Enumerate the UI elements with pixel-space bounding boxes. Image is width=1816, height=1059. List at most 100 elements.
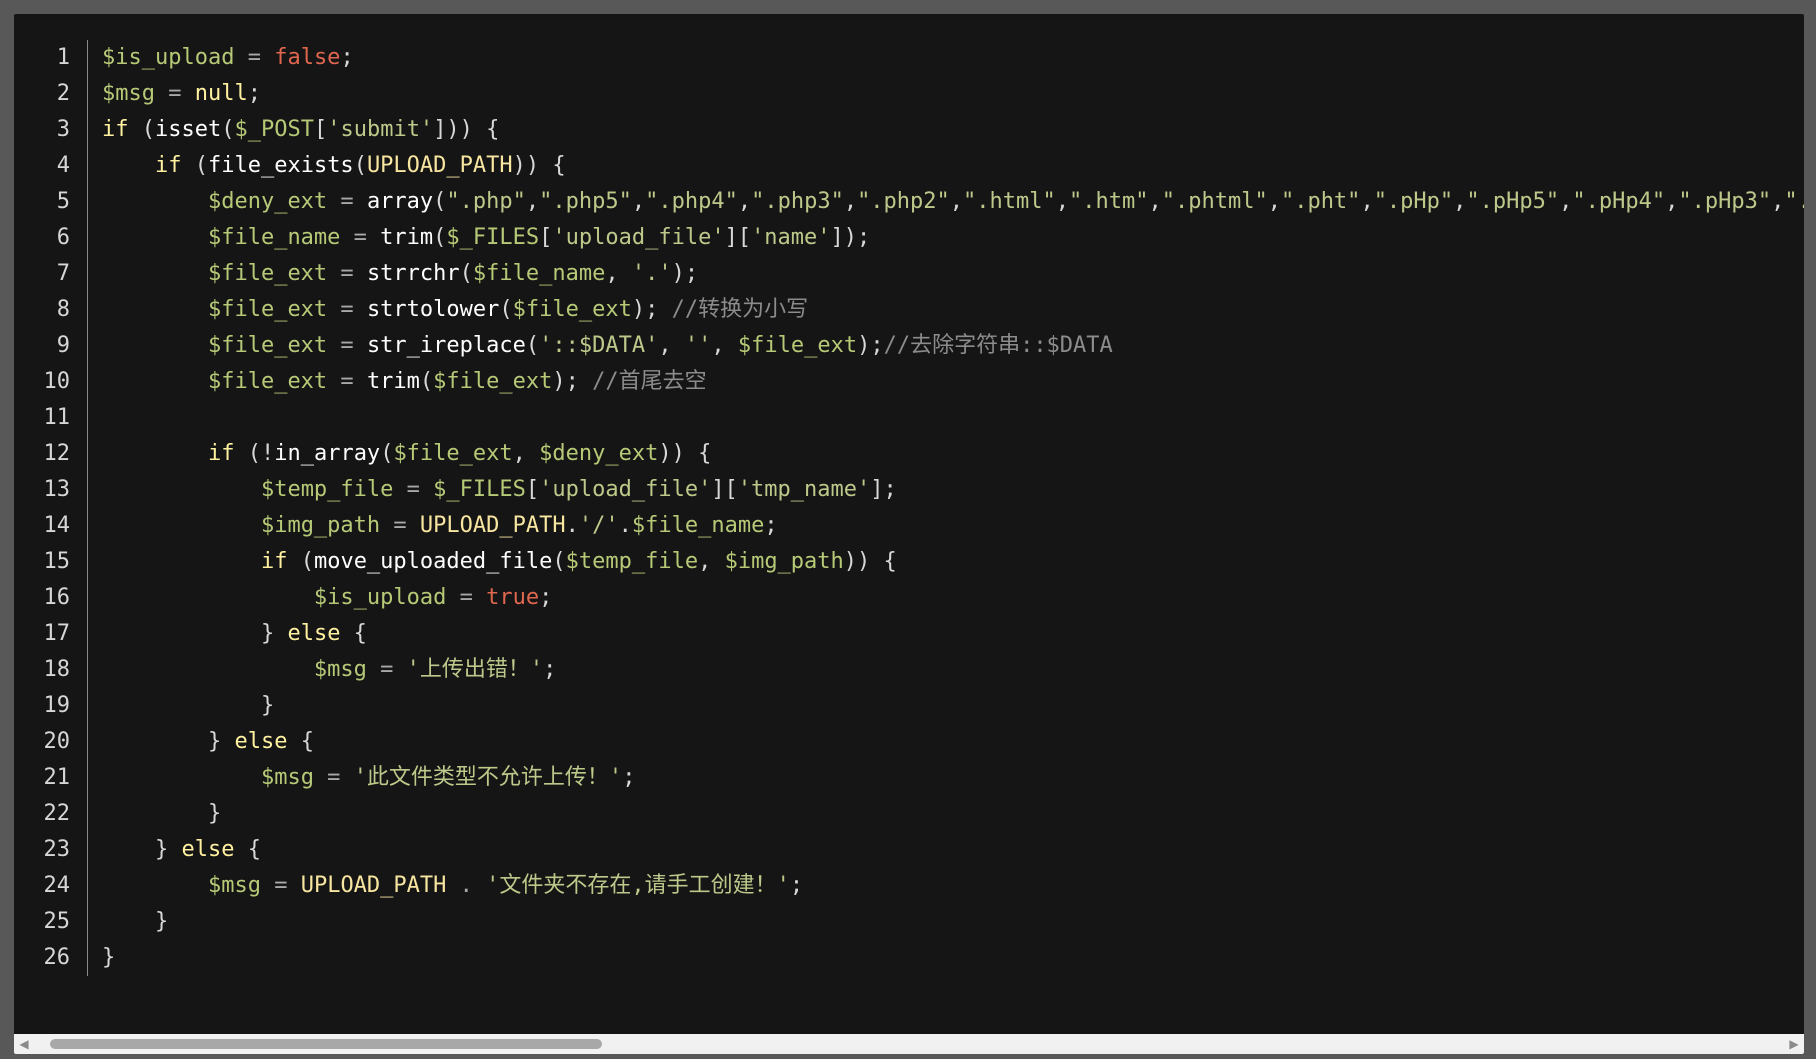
code-token: = (154, 81, 195, 106)
line-number: 14 (43, 513, 71, 538)
code-text: $file_ext = strrchr($file_name, '.'); (86, 256, 698, 292)
code-token: $msg (102, 81, 155, 106)
code-token: , (949, 189, 964, 214)
code-token: $msg (313, 657, 367, 682)
line-number: 15 (43, 549, 71, 574)
code-line: 22 } (14, 796, 1804, 832)
code-token: , (631, 189, 646, 214)
code-token: ( (181, 153, 208, 178)
code-line: 20 } else { (14, 724, 1804, 760)
code-token: ]; (870, 477, 897, 502)
code-token: ; (622, 765, 636, 790)
code-token: array (366, 189, 434, 214)
code-line: 25 } (14, 904, 1804, 940)
code-token: , (1267, 189, 1281, 214)
code-token: [ (313, 117, 328, 142)
code-line: 16 $is_upload = true; (14, 580, 1804, 616)
code-token: } (260, 693, 275, 718)
code-token: $is_upload (102, 45, 235, 70)
code-token: ; (539, 585, 553, 610)
code-line: 1 $is_upload = false; (14, 40, 1804, 76)
code-token: } (154, 837, 182, 862)
code-token: ".pHp3" (1678, 189, 1772, 214)
code-token: = (446, 585, 487, 610)
code-token: isset (155, 117, 222, 142)
horizontal-scrollbar[interactable]: ◀ ▶ (14, 1034, 1804, 1054)
code-text: $file_ext = str_ireplace('::$DATA', '', … (86, 328, 1113, 364)
code-token: $_FILES (446, 225, 540, 250)
code-token: if (102, 117, 129, 142)
code-token: ); (857, 333, 884, 358)
code-token: 'submit' (327, 117, 434, 142)
code-token: file_exists (207, 153, 354, 178)
code-token: } (207, 801, 222, 826)
line-number: 17 (43, 621, 71, 646)
code-line: 19 } (14, 688, 1804, 724)
code-token: $_POST (234, 117, 314, 142)
code-token: , (737, 189, 752, 214)
code-token: $img_path (260, 513, 381, 538)
code-token: ".php" (446, 189, 526, 214)
code-token: , (843, 189, 858, 214)
line-number: 18 (43, 657, 71, 682)
code-token: $temp_file (260, 477, 394, 502)
code-line: 2 $msg = null; (14, 76, 1804, 112)
line-number: 25 (43, 909, 71, 934)
code-token: '::$DATA' (539, 333, 659, 358)
scroll-right-arrow-icon[interactable]: ▶ (1784, 1034, 1804, 1054)
code-token: ".php5" (539, 189, 632, 214)
code-token: ".phtml" (1161, 189, 1268, 214)
code-token: ".html" (963, 189, 1056, 214)
scrollbar-thumb[interactable] (50, 1039, 602, 1049)
code-token: $_FILES (433, 477, 526, 502)
code-token: 'tmp_name' (737, 477, 871, 502)
code-text: } else { (86, 724, 314, 760)
code-token: ( (380, 441, 394, 466)
code-line: 8 $file_ext = strtolower($file_ext); //转… (14, 292, 1804, 328)
line-number: 2 (56, 81, 70, 106)
code-token: UPLOAD_PATH (419, 513, 566, 538)
code-line: 10 $file_ext = trim($file_ext); //首尾去空 (14, 364, 1804, 400)
code-text: $msg = UPLOAD_PATH . '文件夹不存在,请手工创建！'; (86, 868, 803, 904)
code-token: $msg (207, 873, 261, 898)
scroll-left-arrow-icon[interactable]: ◀ (14, 1034, 34, 1054)
code-token: ".htm" (1069, 189, 1149, 214)
code-token: )) { (658, 441, 712, 466)
code-token: $file_ext (737, 333, 858, 358)
code-token: true (486, 585, 540, 610)
code-token: 'upload_file' (552, 225, 725, 250)
code-text: $file_ext = strtolower($file_ext); //转换为… (86, 292, 808, 328)
code-token: , (1665, 189, 1679, 214)
code-token: if (207, 441, 235, 466)
code-token: [ (539, 225, 553, 250)
code-token: else (287, 621, 341, 646)
code-token: , (512, 441, 540, 466)
code-token: , (1559, 189, 1573, 214)
code-token: ; (764, 513, 778, 538)
code-token: $file_ext (207, 297, 328, 322)
code-token: { (287, 729, 314, 754)
code-token: } (154, 909, 169, 934)
code-line: 9 $file_ext = str_ireplace('::$DATA', ''… (14, 328, 1804, 364)
code-text: $temp_file = $_FILES['upload_file']['tmp… (86, 472, 897, 508)
code-token: { (340, 621, 367, 646)
code-token: '上传出错！' (406, 657, 544, 682)
code-token: $file_name (631, 513, 765, 538)
line-number: 21 (43, 765, 71, 790)
code-token: = (380, 513, 420, 538)
code-line: 14 $img_path = UPLOAD_PATH.'/'.$file_nam… (14, 508, 1804, 544)
code-line: 17 } else { (14, 616, 1804, 652)
code-token: else (181, 837, 235, 862)
code-token: } (260, 621, 288, 646)
code-area[interactable]: 1 $is_upload = false; 2 $msg = null; 3 if (is… (14, 40, 1805, 1040)
code-token: = (313, 765, 354, 790)
